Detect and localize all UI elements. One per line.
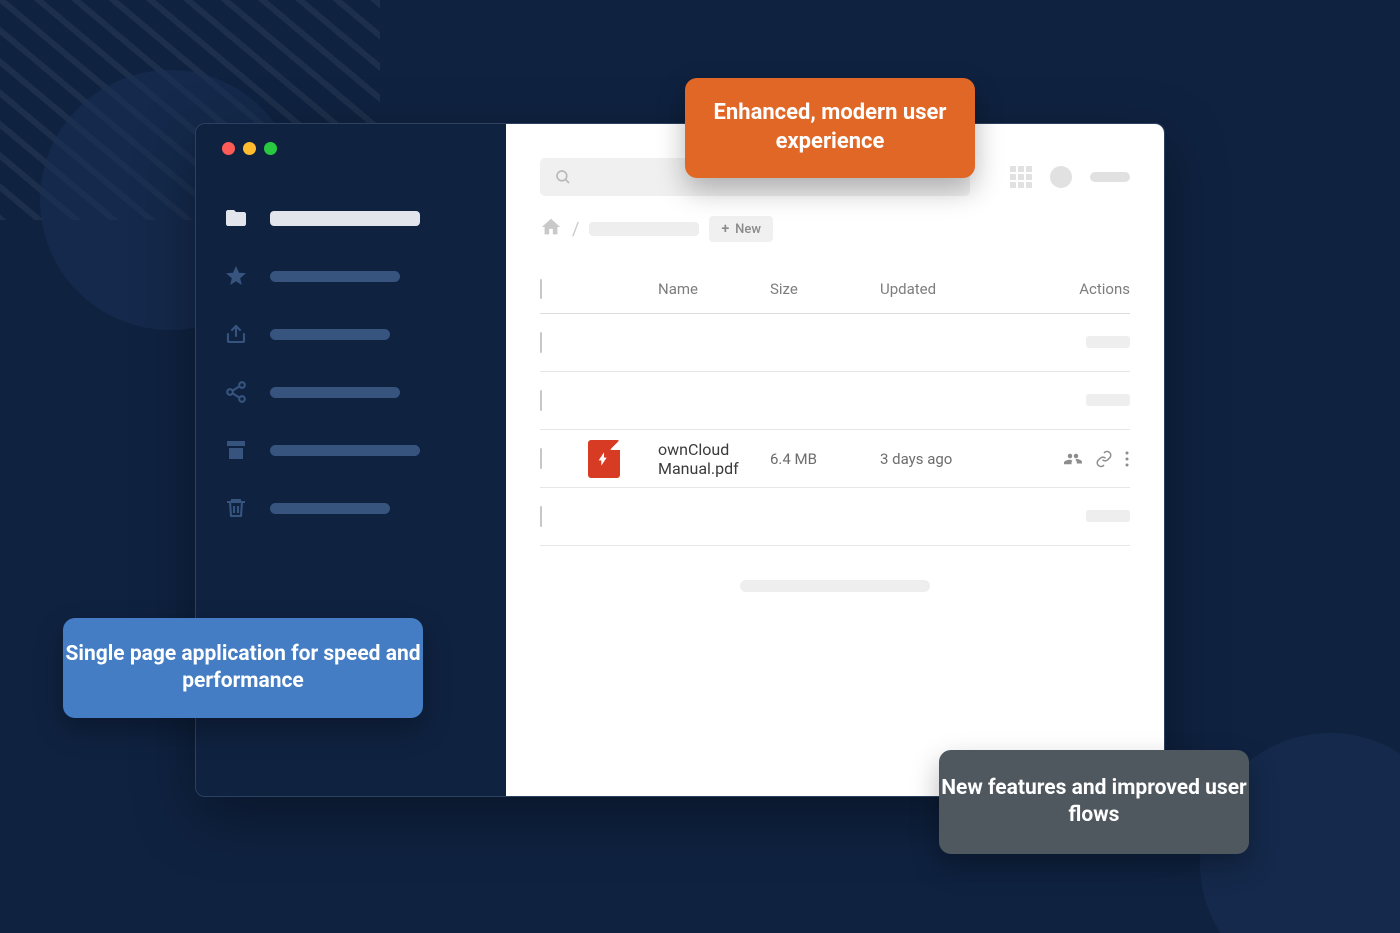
callout-right: New features and improved user flows xyxy=(939,750,1249,854)
col-name[interactable]: Name xyxy=(658,280,770,298)
col-actions: Actions xyxy=(1030,280,1130,298)
trash-icon xyxy=(222,494,250,522)
avatar[interactable] xyxy=(1050,166,1072,188)
sidebar-item-label xyxy=(270,445,420,456)
user-menu[interactable] xyxy=(1090,172,1130,182)
callout-text: New features and improved user flows xyxy=(939,775,1249,830)
new-button[interactable]: + New xyxy=(709,216,773,242)
sidebar-item-label xyxy=(270,271,400,282)
close-icon[interactable] xyxy=(222,142,235,155)
callout-text: Enhanced, modern user experience xyxy=(685,99,975,156)
table-footer xyxy=(740,580,930,592)
select-all-checkbox[interactable] xyxy=(540,279,542,299)
home-icon[interactable] xyxy=(540,216,562,242)
sidebar-item-label xyxy=(270,387,400,398)
table-row[interactable] xyxy=(540,372,1130,430)
sidebar-item-files[interactable] xyxy=(222,189,480,247)
link-icon[interactable] xyxy=(1094,450,1114,468)
star-icon xyxy=(222,262,250,290)
col-updated[interactable]: Updated xyxy=(880,280,1030,298)
people-icon[interactable] xyxy=(1062,450,1084,468)
pdf-icon xyxy=(588,440,620,478)
maximize-icon[interactable] xyxy=(264,142,277,155)
window-controls[interactable] xyxy=(222,142,480,155)
minimize-icon[interactable] xyxy=(243,142,256,155)
breadcrumb-segment[interactable] xyxy=(589,222,699,236)
share-icon xyxy=(222,378,250,406)
share-out-icon xyxy=(222,320,250,348)
breadcrumb: / + New xyxy=(540,216,1130,242)
breadcrumb-separator: / xyxy=(572,219,579,240)
col-size[interactable]: Size xyxy=(770,280,880,298)
sidebar-item-trash[interactable] xyxy=(222,479,480,537)
folder-icon xyxy=(222,204,250,232)
sidebar-item-shared-out[interactable] xyxy=(222,305,480,363)
file-actions-placeholder xyxy=(1086,394,1130,406)
file-name: ownCloud Manual.pdf xyxy=(658,440,770,478)
row-checkbox[interactable] xyxy=(540,506,542,527)
archive-icon xyxy=(222,436,250,464)
more-icon[interactable] xyxy=(1124,450,1130,468)
search-icon xyxy=(554,168,572,186)
row-checkbox[interactable] xyxy=(540,448,542,469)
sidebar-item-label xyxy=(270,329,390,340)
new-button-label: New xyxy=(735,222,761,237)
table-row[interactable] xyxy=(540,314,1130,372)
callout-top: Enhanced, modern user experience xyxy=(685,78,975,178)
row-checkbox[interactable] xyxy=(540,390,542,411)
sidebar-item-label xyxy=(270,211,420,226)
file-updated: 3 days ago xyxy=(880,450,1030,468)
file-table: Name Size Updated Actions xyxy=(540,268,1130,546)
sidebar-item-favorites[interactable] xyxy=(222,247,480,305)
file-actions-placeholder xyxy=(1086,336,1130,348)
sidebar-item-shared[interactable] xyxy=(222,363,480,421)
apps-grid-icon[interactable] xyxy=(1010,166,1032,188)
table-header: Name Size Updated Actions xyxy=(540,268,1130,314)
sidebar-item-archive[interactable] xyxy=(222,421,480,479)
table-row[interactable]: ownCloud Manual.pdf 6.4 MB 3 days ago xyxy=(540,430,1130,488)
sidebar-item-label xyxy=(270,503,390,514)
callout-left: Single page application for speed and pe… xyxy=(63,618,423,718)
file-size: 6.4 MB xyxy=(770,450,880,468)
main-panel: / + New Name Size Updated Actions xyxy=(506,124,1164,796)
file-actions-placeholder xyxy=(1086,510,1130,522)
plus-icon: + xyxy=(721,221,729,237)
table-row[interactable] xyxy=(540,488,1130,546)
row-checkbox[interactable] xyxy=(540,332,542,353)
callout-text: Single page application for speed and pe… xyxy=(63,641,423,696)
